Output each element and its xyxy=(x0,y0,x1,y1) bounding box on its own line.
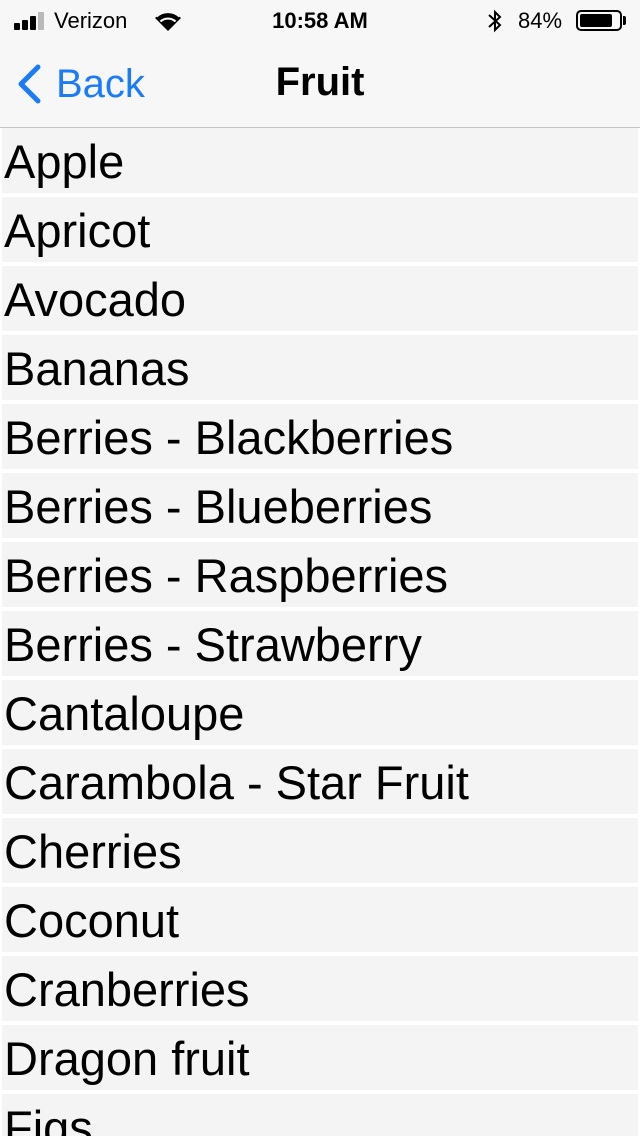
screen: Verizon 10:58 AM 84% Back Fruit Apple Apr… xyxy=(0,0,640,1136)
list-item[interactable]: Berries - Blackberries xyxy=(2,404,638,469)
list-item[interactable]: Carambola - Star Fruit xyxy=(2,749,638,814)
list-item[interactable]: Figs xyxy=(2,1094,638,1136)
status-bar: Verizon 10:58 AM 84% xyxy=(0,0,640,40)
list-item[interactable]: Cranberries xyxy=(2,956,638,1021)
list-item[interactable]: Berries - Strawberry xyxy=(2,611,638,676)
navigation-bar: Back Fruit xyxy=(0,40,640,128)
list-item[interactable]: Cantaloupe xyxy=(2,680,638,745)
list-item[interactable]: Apricot xyxy=(2,197,638,262)
battery-fill xyxy=(580,14,612,27)
list-item[interactable]: Berries - Blueberries xyxy=(2,473,638,538)
bluetooth-icon xyxy=(488,9,502,33)
list-item[interactable]: Avocado xyxy=(2,266,638,331)
list-item[interactable]: Apple xyxy=(2,128,638,193)
list-item[interactable]: Cherries xyxy=(2,818,638,883)
list-item[interactable]: Coconut xyxy=(2,887,638,952)
battery-icon xyxy=(576,10,622,31)
battery-percent: 84% xyxy=(518,8,563,33)
list-item[interactable]: Bananas xyxy=(2,335,638,400)
list-item[interactable]: Dragon fruit xyxy=(2,1025,638,1090)
list-item[interactable]: Berries - Raspberries xyxy=(2,542,638,607)
battery-tip xyxy=(623,16,626,25)
fruit-list: Apple Apricot Avocado Bananas Berries - Blac… xyxy=(0,128,640,1136)
page-title: Fruit xyxy=(275,60,365,104)
